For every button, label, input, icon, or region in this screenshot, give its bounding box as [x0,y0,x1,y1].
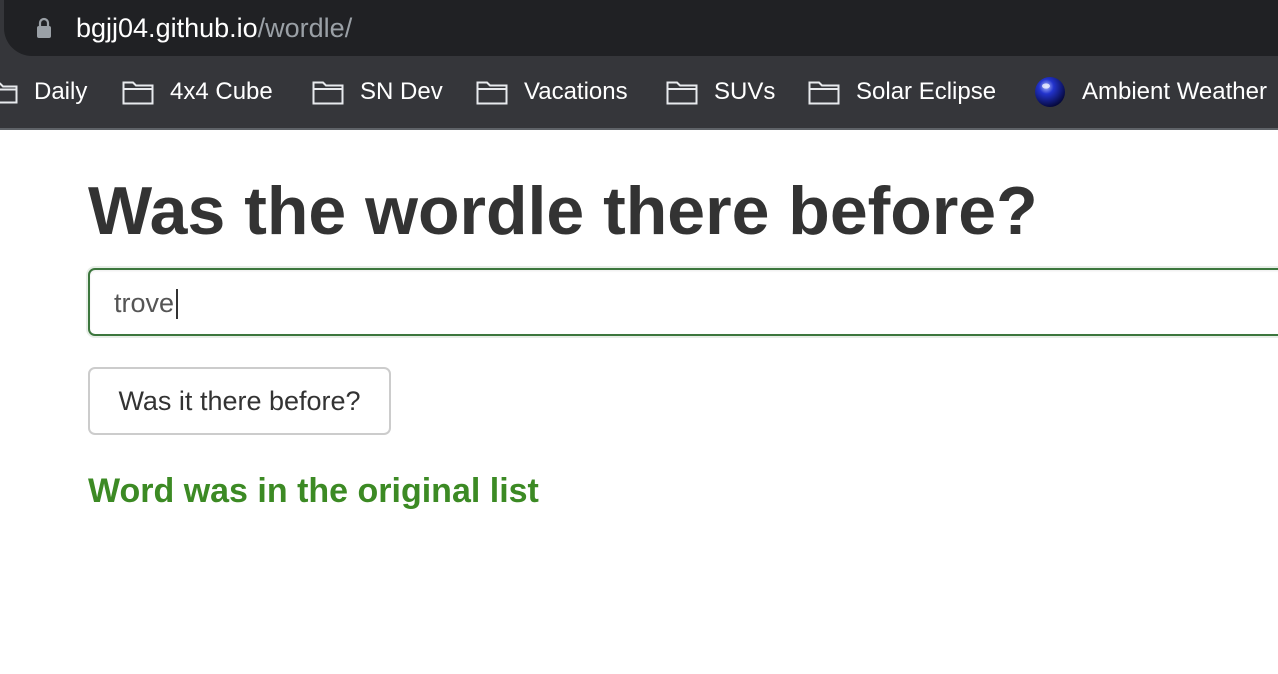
bookmark-label: Ambient Weather [1082,78,1267,105]
blue-sphere-icon [1035,77,1065,107]
address-bar[interactable]: bgjj04.github.io/wordle/ [4,0,1278,56]
url-text[interactable]: bgjj04.github.io/wordle/ [76,11,352,45]
bookmark-vacations[interactable]: Vacations [476,56,628,128]
bookmark-label: Daily [34,78,88,105]
chrome-divider [0,128,1278,130]
folder-icon [312,81,344,105]
bookmark-4x4-cube[interactable]: 4x4 Cube [122,56,273,128]
lock-icon [37,17,51,38]
bookmark-sn-dev[interactable]: SN Dev [312,56,443,128]
bookmark-label: SN Dev [360,78,443,105]
url-path: /wordle/ [257,13,353,43]
url-host: bgjj04.github.io [76,13,258,43]
folder-icon [122,81,154,105]
bookmark-ambient-weather[interactable]: Ambient Weather [1034,56,1267,128]
folder-icon [476,81,508,105]
folder-icon [808,81,840,105]
bookmark-daily[interactable]: Daily [0,56,87,128]
check-word-button[interactable]: Was it there before? [88,367,391,435]
word-input[interactable] [114,284,1214,322]
bookmark-label: 4x4 Cube [170,78,273,105]
bookmark-solar-eclipse[interactable]: Solar Eclipse [808,56,996,128]
bookmark-label: Vacations [524,78,628,105]
bookmarks-bar: Daily 4x4 Cube SN Dev Vacations SUVs Sol… [0,56,1278,128]
bookmark-label: SUVs [714,78,776,105]
result-message: Word was in the original list [88,472,539,510]
folder-icon [666,81,698,105]
word-input-container[interactable] [88,268,1278,336]
bookmark-suvs[interactable]: SUVs [666,56,775,128]
browser-chrome: bgjj04.github.io/wordle/ Daily 4x4 Cube … [0,0,1278,130]
text-caret [176,289,178,319]
folder-icon [0,82,18,104]
page-title: Was the wordle there before? [88,173,1038,249]
bookmark-label: Solar Eclipse [856,78,997,105]
